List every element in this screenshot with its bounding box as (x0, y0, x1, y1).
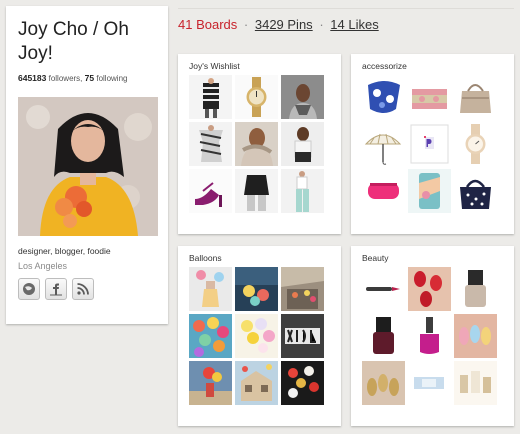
pin-thumbnail[interactable] (362, 122, 405, 166)
pin-thumbnail[interactable] (408, 361, 451, 405)
pin-thumbnail[interactable] (235, 122, 278, 166)
separator: · (243, 17, 249, 32)
pin-thumbnail[interactable] (189, 75, 232, 119)
board-thumbnails (189, 267, 330, 405)
pin-thumbnail[interactable] (281, 122, 324, 166)
following-count[interactable]: 75 (85, 73, 94, 83)
board-thumbnails (362, 267, 503, 405)
pin-thumbnail[interactable] (189, 169, 232, 213)
social-links (18, 278, 156, 300)
pin-thumbnail[interactable] (235, 169, 278, 213)
pin-thumbnail[interactable] (362, 361, 405, 405)
pin-thumbnail[interactable] (362, 75, 405, 119)
board-title[interactable]: Beauty (362, 253, 503, 267)
pin-thumbnail[interactable] (281, 267, 324, 311)
pin-thumbnail[interactable] (362, 169, 405, 213)
pin-thumbnail[interactable] (235, 361, 278, 405)
facebook-icon[interactable] (45, 278, 67, 300)
board-title[interactable]: accessorize (362, 61, 503, 75)
pin-thumbnail[interactable] (235, 267, 278, 311)
profile-location: Los Angeles (18, 261, 68, 271)
pin-thumbnail[interactable] (454, 169, 497, 213)
followers-count[interactable]: 645183 (18, 73, 46, 83)
board-thumbnails (362, 75, 503, 213)
board-accessorize[interactable]: accessorize (351, 54, 514, 234)
board-title[interactable]: Joy's Wishlist (189, 61, 330, 75)
pin-thumbnail[interactable] (408, 75, 451, 119)
stats-bar: 41 Boards · 3429 Pins · 14 Likes (178, 17, 379, 32)
likes-link[interactable]: 14 Likes (330, 17, 378, 32)
board-thumbnails (189, 75, 330, 213)
separator: · (319, 17, 324, 32)
pin-thumbnail[interactable] (189, 314, 232, 358)
pin-thumbnail[interactable] (454, 122, 497, 166)
pin-thumbnail[interactable] (281, 314, 324, 358)
pin-thumbnail[interactable] (281, 361, 324, 405)
board-title[interactable]: Balloons (189, 253, 330, 267)
pin-thumbnail[interactable] (408, 169, 451, 213)
profile-name: Joy Cho / Oh Joy! (18, 19, 129, 64)
pin-thumbnail[interactable] (281, 75, 324, 119)
profile-bio: designer, blogger, foodie (18, 246, 111, 256)
followers-label[interactable]: followers, (49, 74, 83, 83)
following-label[interactable]: following (96, 74, 127, 83)
follow-stats: 645183 followers, 75 following (18, 73, 156, 83)
pin-thumbnail[interactable] (454, 314, 497, 358)
pin-thumbnail[interactable] (408, 314, 451, 358)
board-beauty[interactable]: Beauty (351, 246, 514, 426)
pin-thumbnail[interactable] (454, 75, 497, 119)
pin-thumbnail[interactable] (408, 122, 451, 166)
pin-thumbnail[interactable] (189, 122, 232, 166)
rss-icon[interactable] (72, 278, 94, 300)
pin-thumbnail[interactable] (454, 267, 497, 311)
pin-thumbnail[interactable] (235, 75, 278, 119)
pin-thumbnail[interactable] (235, 314, 278, 358)
pin-thumbnail[interactable] (362, 314, 405, 358)
pin-thumbnail[interactable] (454, 361, 497, 405)
pin-thumbnail[interactable] (281, 169, 324, 213)
profile-card: Joy Cho / Oh Joy! 645183 followers, 75 f… (6, 6, 168, 324)
pin-thumbnail[interactable] (408, 267, 451, 311)
board-balloons[interactable]: Balloons (178, 246, 341, 426)
pin-thumbnail[interactable] (189, 267, 232, 311)
pin-thumbnail[interactable] (189, 361, 232, 405)
website-icon[interactable] (18, 278, 40, 300)
top-divider (178, 8, 514, 12)
pin-thumbnail[interactable] (362, 267, 405, 311)
pins-link[interactable]: 3429 Pins (255, 17, 313, 32)
board-joys-wishlist[interactable]: Joy's Wishlist (178, 54, 341, 234)
boards-link[interactable]: 41 Boards (178, 17, 237, 32)
profile-photo-image (18, 97, 158, 236)
profile-photo (18, 97, 158, 236)
